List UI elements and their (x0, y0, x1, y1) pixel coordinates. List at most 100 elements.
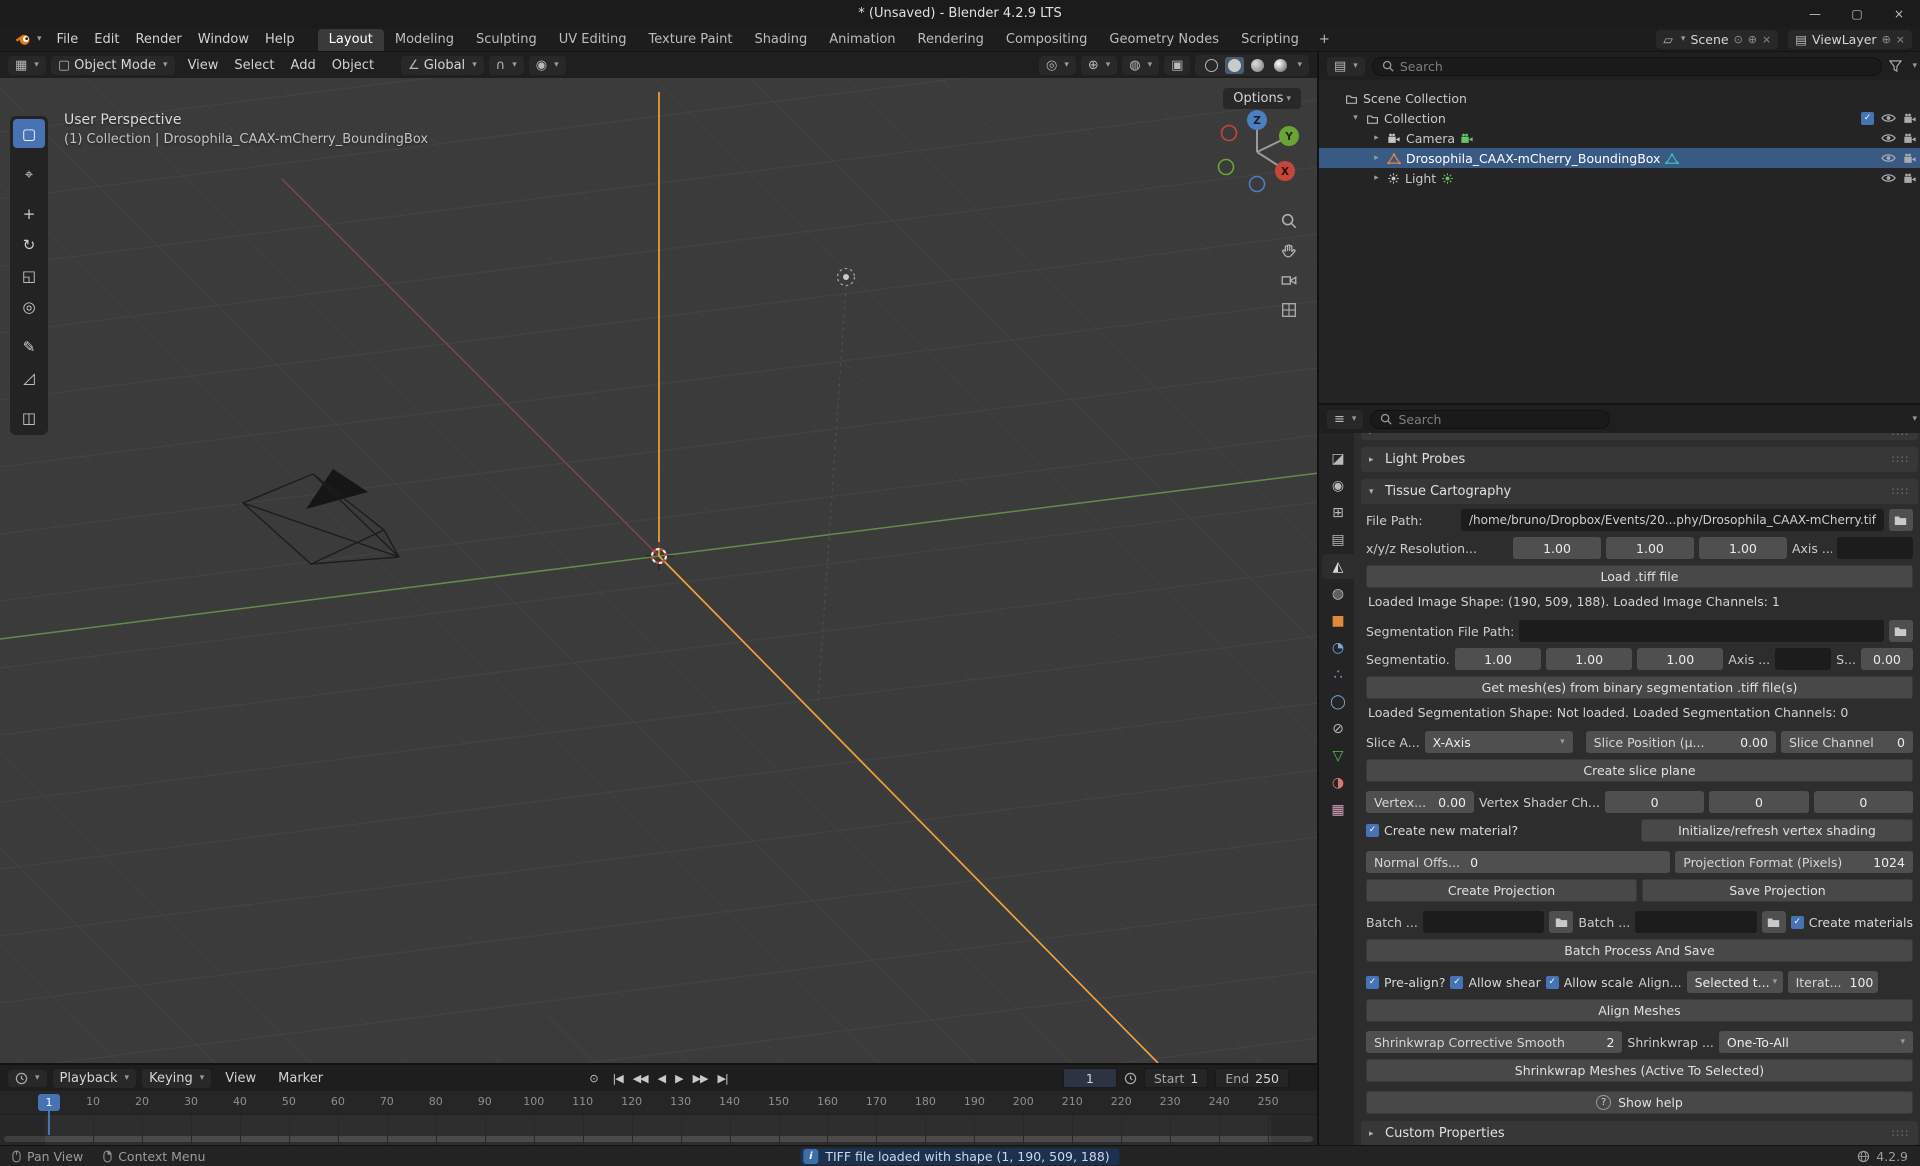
disclosure-closed-icon[interactable]: ▸ (1371, 133, 1382, 143)
disclosure-closed-icon[interactable]: ▸ (1371, 173, 1382, 183)
panel-header-clipped[interactable]: ▸ ∷∷ (1361, 433, 1918, 440)
get-mesh-button[interactable]: Get mesh(es) from binary segmentation .t… (1366, 676, 1913, 699)
outliner-hide-toggle[interactable] (1881, 112, 1896, 124)
chevron-down-icon[interactable]: ▾ (1912, 61, 1917, 71)
panel-light-probes[interactable]: ▸ Light Probes ∷∷ (1361, 447, 1918, 472)
orthographic-toggle-icon[interactable] (1277, 298, 1301, 322)
workspace-tab-modeling[interactable]: Modeling (384, 29, 465, 51)
pin-icon[interactable]: ⊙ (1734, 33, 1743, 46)
panel-custom-properties[interactable]: ▸ Custom Properties ∷∷ (1361, 1121, 1918, 1145)
slice-position-field[interactable]: Slice Position (µ...0.00 (1586, 731, 1776, 753)
tool-add-cube[interactable]: ◫ (13, 403, 45, 432)
pre-align-checkbox[interactable]: ✓Pre-align? (1366, 975, 1445, 990)
timeline-scrollbar[interactable] (4, 1136, 1313, 1142)
panel-tissue-cartography[interactable]: ▾ Tissue Cartography ∷∷ (1361, 479, 1918, 504)
create-new-material-checkbox[interactable]: ✓Create new material? (1366, 823, 1518, 838)
timeline-view-menu[interactable]: View (217, 1069, 264, 1088)
slice-channel-field[interactable]: Slice Channel0 (1781, 731, 1913, 753)
outliner-checkbox[interactable]: ✓ (1861, 112, 1874, 125)
new-viewlayer-icon[interactable]: ⊕ (1882, 33, 1891, 46)
prev-keyframe-button[interactable]: ◀◀ (628, 1070, 653, 1087)
segmentation-resolution-y-field[interactable]: 1.00 (1546, 648, 1632, 670)
allow-scale-checkbox[interactable]: ✓Allow scale (1546, 975, 1634, 990)
vertex-field[interactable]: Vertex...0.00 (1366, 791, 1474, 813)
menu-edit[interactable]: Edit (86, 30, 127, 49)
start-frame-field[interactable]: Start1 (1144, 1068, 1209, 1088)
workspace-tab-sculpting[interactable]: Sculpting (465, 29, 548, 51)
overlays-dropdown[interactable]: ◍▾ (1122, 56, 1159, 75)
properties-tab-render[interactable]: ◉ (1322, 473, 1354, 498)
projection-format-field[interactable]: Projection Format (Pixels)1024 (1675, 851, 1913, 873)
unlink-scene-icon[interactable]: × (1762, 33, 1771, 46)
properties-tab-physics[interactable]: ◯ (1322, 689, 1354, 714)
workspace-tab-geometry-nodes[interactable]: Geometry Nodes (1098, 29, 1230, 51)
mode-selector[interactable]: ▢Object Mode▾ (51, 56, 175, 75)
workspace-tab-layout[interactable]: Layout (318, 29, 384, 51)
outliner-hide-toggle[interactable] (1881, 172, 1896, 184)
outliner-row-camera[interactable]: ▸Camera (1319, 128, 1920, 148)
gizmo-neg-z-axis[interactable] (1250, 177, 1265, 192)
shrinkwrap-smooth-field[interactable]: Shrinkwrap Corrective Smooth2 (1366, 1031, 1622, 1053)
file-browse-button[interactable] (1889, 509, 1913, 531)
chevron-down-icon[interactable]: ▾ (1912, 414, 1917, 424)
timeline-editor-type-button[interactable]: ▾ (8, 1070, 47, 1087)
viewport-menu-add[interactable]: Add (283, 56, 324, 75)
properties-editor-type-button[interactable]: ≡▾ (1327, 410, 1363, 429)
s-value-field[interactable]: 0.00 (1861, 648, 1913, 670)
vertex-shader-g-field[interactable]: 0 (1709, 791, 1808, 813)
segmentation-browse-button[interactable] (1889, 620, 1913, 642)
resolution-x-field[interactable]: 1.00 (1513, 537, 1601, 559)
workspace-tab-rendering[interactable]: Rendering (907, 29, 995, 51)
resolution-y-field[interactable]: 1.00 (1606, 537, 1694, 559)
workspace-tab-animation[interactable]: Animation (818, 29, 906, 51)
allow-shear-checkbox[interactable]: ✓Allow shear (1450, 975, 1540, 990)
shading-wireframe-button[interactable] (1202, 57, 1221, 74)
disclosure-closed-icon[interactable]: ▸ (1371, 153, 1382, 163)
workspace-tab-compositing[interactable]: Compositing (995, 29, 1099, 51)
file-path-input[interactable]: /home/bruno/Dropbox/Events/20...phy/Dros… (1461, 509, 1884, 531)
timeline-marker-menu[interactable]: Marker (270, 1069, 331, 1088)
axis-selector[interactable] (1837, 537, 1913, 559)
load-tiff-button[interactable]: Load .tiff file (1366, 565, 1913, 588)
camera-object[interactable] (243, 469, 399, 564)
tool-transform[interactable]: ◎ (13, 292, 45, 321)
object-visibility-dropdown[interactable]: ◎▾ (1039, 56, 1076, 75)
next-keyframe-button[interactable]: ▶▶ (688, 1070, 713, 1087)
menu-render[interactable]: Render (127, 30, 189, 49)
pan-hand-icon[interactable] (1277, 239, 1301, 263)
align-target-dropdown[interactable]: Selected t...▾ (1687, 971, 1783, 993)
shading-material-button[interactable] (1248, 57, 1267, 74)
editor-type-button[interactable]: ▦▾ (8, 56, 46, 75)
xray-toggle[interactable]: ▣ (1164, 56, 1190, 75)
properties-tab-constraints[interactable]: ⊘ (1322, 716, 1354, 741)
tool-rotate[interactable]: ↻ (13, 230, 45, 259)
light-object[interactable] (838, 269, 855, 286)
current-frame-field[interactable]: 1 (1063, 1068, 1117, 1088)
shading-rendered-button[interactable] (1271, 57, 1290, 74)
shrinkwrap-mode-dropdown[interactable]: One-To-All▾ (1719, 1031, 1913, 1053)
outliner-hide-toggle[interactable] (1881, 132, 1896, 144)
play-button[interactable]: ▶ (670, 1070, 687, 1087)
batch-input-browse-button[interactable] (1549, 911, 1573, 933)
tool-tweak-select[interactable]: ▢ (13, 119, 45, 148)
properties-tab-particles[interactable]: ∴ (1322, 662, 1354, 687)
segmentation-resolution-z-field[interactable]: 1.00 (1637, 648, 1723, 670)
tool-annotate[interactable]: ✎ (13, 332, 45, 361)
batch-process-button[interactable]: Batch Process And Save (1366, 939, 1913, 962)
playback-menu[interactable]: Playback▾ (53, 1069, 137, 1088)
remove-viewlayer-icon[interactable]: × (1896, 33, 1905, 46)
show-help-button[interactable]: ?Show help (1366, 1091, 1913, 1114)
tool-measure[interactable]: ◿ (13, 363, 45, 392)
workspace-tab-texture-paint[interactable]: Texture Paint (638, 29, 744, 51)
selected-object-edge-diagonal[interactable] (659, 556, 1158, 1063)
navigation-gizmo[interactable]: Z Y X (1211, 106, 1303, 198)
blender-logo-button[interactable]: ▾ (8, 32, 48, 46)
properties-tab-material[interactable]: ◑ (1322, 770, 1354, 795)
properties-search-input[interactable]: Search (1370, 410, 1610, 429)
properties-tab-object[interactable]: ■ (1322, 608, 1354, 633)
properties-tab-output[interactable]: ⊞ (1322, 500, 1354, 525)
filter-icon[interactable] (1889, 60, 1902, 72)
properties-tab-tool[interactable]: ◪ (1322, 446, 1354, 471)
maximize-button[interactable]: ▢ (1836, 0, 1878, 27)
menu-help[interactable]: Help (257, 30, 303, 49)
